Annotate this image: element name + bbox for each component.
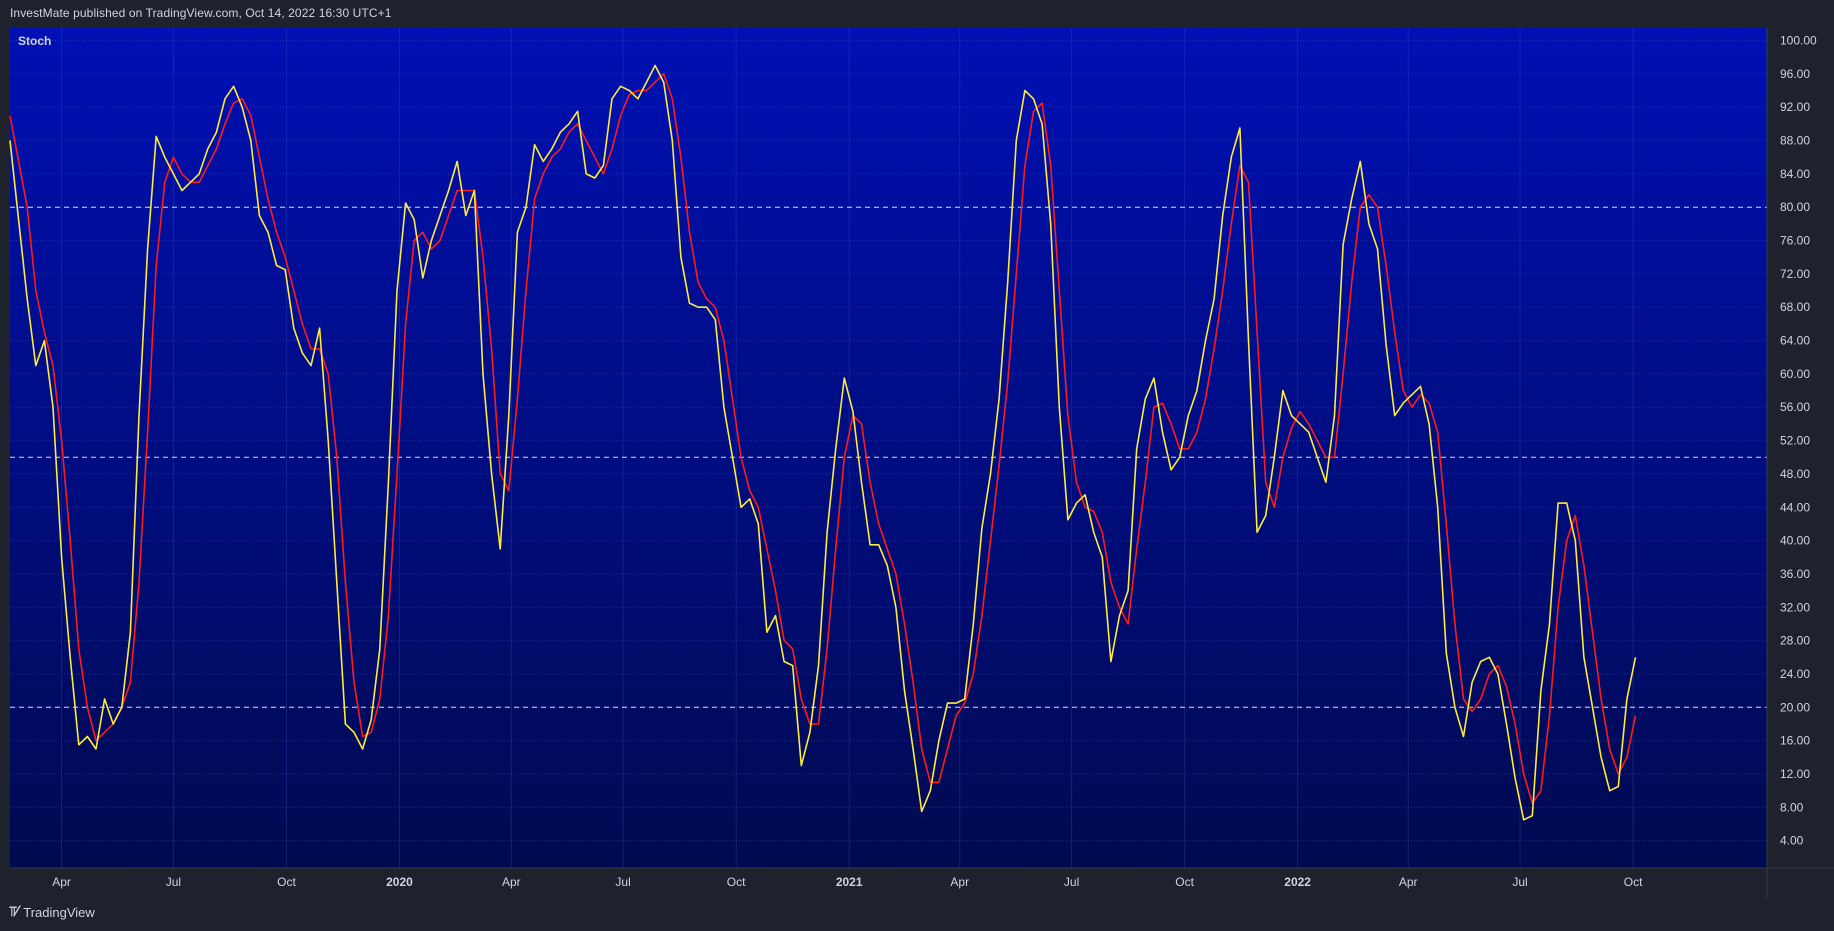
x-tick-label: Jul bbox=[166, 875, 181, 889]
x-tick-label: Oct bbox=[277, 875, 296, 889]
x-tick-label: Oct bbox=[727, 875, 746, 889]
y-tick-label: 44.00 bbox=[1780, 500, 1810, 514]
y-tick-label: 48.00 bbox=[1780, 467, 1810, 481]
x-tick-label: 2020 bbox=[386, 875, 413, 889]
time-axis[interactable]: Apr Jul Oct 2020 Apr Jul Oct 2021 Apr Jul Oct 2022 A… bbox=[52, 875, 1643, 889]
footer-brand[interactable]: TradingView bbox=[23, 905, 95, 920]
x-tick-label: Jul bbox=[615, 875, 630, 889]
y-tick-label: 80.00 bbox=[1780, 200, 1810, 214]
x-tick-label: Oct bbox=[1175, 875, 1194, 889]
y-tick-label: 24.00 bbox=[1780, 667, 1810, 681]
chart-pane-background bbox=[10, 28, 1767, 868]
y-tick-label: 12.00 bbox=[1780, 767, 1810, 781]
y-tick-label: 76.00 bbox=[1780, 234, 1810, 248]
y-tick-label: 40.00 bbox=[1780, 534, 1810, 548]
x-tick-label: Apr bbox=[1399, 875, 1418, 889]
y-tick-label: 32.00 bbox=[1780, 600, 1810, 614]
y-tick-label: 36.00 bbox=[1780, 567, 1810, 581]
y-tick-label: 64.00 bbox=[1780, 334, 1810, 348]
y-tick-label: 96.00 bbox=[1780, 67, 1810, 81]
y-tick-label: 100.00 bbox=[1780, 34, 1817, 48]
y-tick-label: 92.00 bbox=[1780, 100, 1810, 114]
y-tick-label: 72.00 bbox=[1780, 267, 1810, 281]
x-tick-label: 2022 bbox=[1284, 875, 1311, 889]
y-tick-label: 68.00 bbox=[1780, 300, 1810, 314]
x-tick-label: Apr bbox=[502, 875, 521, 889]
y-tick-label: 20.00 bbox=[1780, 700, 1810, 714]
x-tick-label: 2021 bbox=[836, 875, 863, 889]
y-tick-label: 8.00 bbox=[1780, 800, 1804, 814]
y-tick-label: 84.00 bbox=[1780, 167, 1810, 181]
x-tick-label: Oct bbox=[1624, 875, 1643, 889]
y-tick-label: 88.00 bbox=[1780, 134, 1810, 148]
y-tick-label: 56.00 bbox=[1780, 400, 1810, 414]
stochastic-chart[interactable]: 4.00 8.00 12.00 16.00 20.00 24.00 28.00 32.00 36… bbox=[0, 0, 1834, 931]
y-tick-label: 28.00 bbox=[1780, 634, 1810, 648]
indicator-title[interactable]: Stoch bbox=[18, 34, 51, 48]
footer: ⫪⁄ TradingView bbox=[9, 904, 95, 920]
y-tick-label: 60.00 bbox=[1780, 367, 1810, 381]
x-tick-label: Jul bbox=[1064, 875, 1079, 889]
y-tick-label: 16.00 bbox=[1780, 734, 1810, 748]
tradingview-logo-icon[interactable]: ⫪⁄ bbox=[9, 904, 18, 920]
x-tick-label: Apr bbox=[950, 875, 969, 889]
y-tick-label: 52.00 bbox=[1780, 434, 1810, 448]
price-axis[interactable]: 4.00 8.00 12.00 16.00 20.00 24.00 28.00 32.00 36… bbox=[1780, 34, 1817, 848]
x-tick-label: Apr bbox=[52, 875, 71, 889]
x-tick-label: Jul bbox=[1512, 875, 1527, 889]
y-tick-label: 4.00 bbox=[1780, 834, 1804, 848]
